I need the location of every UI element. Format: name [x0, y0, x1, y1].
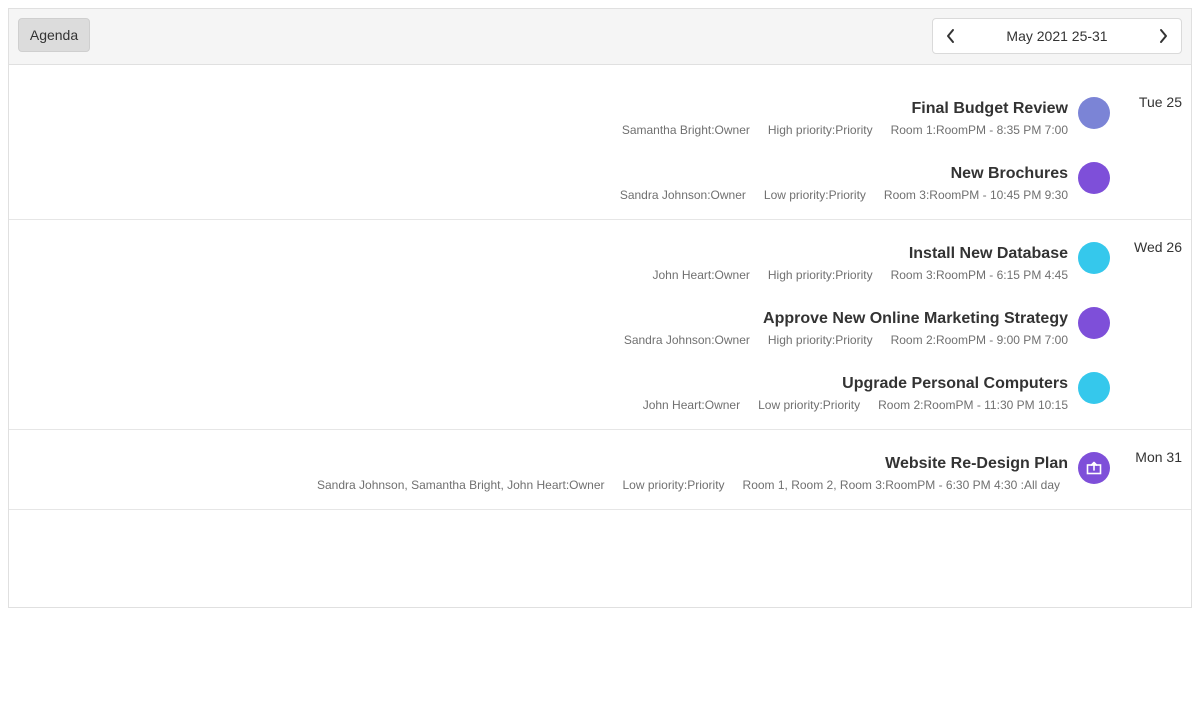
date-navigator: May 2021 25-31: [932, 18, 1182, 54]
appointment-owner: John Heart:Owner: [652, 268, 750, 282]
appointment-color-marker: [1078, 242, 1110, 274]
appointment-room-time: Room 3:RoomPM - 10:45 PM 9:30: [883, 188, 1068, 202]
appointment-item[interactable]: New Brochures Sandra Johnson:Owner Low p…: [9, 155, 1191, 220]
scheduler: Agenda May 2021 25-31 Tue 25 Final Budge…: [8, 8, 1192, 608]
previous-button[interactable]: [933, 19, 969, 53]
appointment-color-marker: [1078, 97, 1110, 129]
appointment-info: Sandra Johnson, Samantha Bright, John He…: [317, 478, 1060, 492]
appointment-color-marker: [1078, 307, 1110, 339]
appointment-item[interactable]: Website Re-Design Plan Sandra Johnson, S…: [9, 445, 1191, 510]
appointment-owner: Samantha Bright:Owner: [621, 123, 750, 137]
appointment-priority: Low priority:Priority: [763, 188, 866, 202]
scheduler-toolbar: Agenda May 2021 25-31: [9, 9, 1191, 65]
appointment-title: Install New Database: [908, 245, 1068, 262]
appointment-info: Sandra Johnson:Owner Low priority:Priori…: [620, 188, 1068, 202]
appointment-priority: High priority:Priority: [767, 123, 873, 137]
appointment-title: New Brochures: [950, 165, 1068, 182]
appointment-owner: Sandra Johnson:Owner: [623, 333, 750, 347]
appointment-priority: Low priority:Priority: [622, 478, 725, 492]
agenda-list: Tue 25 Final Budget Review Samantha Brig…: [9, 65, 1191, 510]
appointment-info: Sandra Johnson:Owner High priority:Prior…: [624, 333, 1068, 347]
appointment-title: Upgrade Personal Computers: [842, 375, 1068, 392]
appointment-room-time: Room 1, Room 2, Room 3:RoomPM - 6:30 PM …: [742, 478, 1060, 492]
chevron-left-icon: [947, 29, 954, 43]
appointment-title: Final Budget Review: [911, 100, 1068, 117]
appointment-priority: High priority:Priority: [767, 268, 873, 282]
appointment-priority: Low priority:Priority: [758, 398, 861, 412]
agenda-view-button[interactable]: Agenda: [18, 18, 90, 52]
agenda-day-group: Wed 26 Install New Database John Heart:O…: [9, 220, 1191, 430]
appointment-info: John Heart:Owner High priority:Priority …: [653, 268, 1069, 282]
appointment-priority: High priority:Priority: [767, 333, 873, 347]
appointment-room-time: Room 3:RoomPM - 6:15 PM 4:45: [890, 268, 1068, 282]
chevron-right-icon: [1160, 29, 1167, 43]
appointment-title: Website Re-Design Plan: [885, 455, 1068, 472]
appointment-info: John Heart:Owner Low priority:Priority R…: [643, 398, 1068, 412]
appointment-item[interactable]: Install New Database John Heart:Owner Hi…: [9, 235, 1191, 300]
appointment-color-marker: [1078, 372, 1110, 404]
appointment-info: Samantha Bright:Owner High priority:Prio…: [622, 123, 1068, 137]
appointment-room-time: Room 1:RoomPM - 8:35 PM 7:00: [890, 123, 1068, 137]
appointment-item[interactable]: Upgrade Personal Computers John Heart:Ow…: [9, 365, 1191, 430]
agenda-day-group: Tue 25 Final Budget Review Samantha Brig…: [9, 65, 1191, 220]
appointment-color-marker: [1078, 452, 1110, 484]
appointment-room-time: Room 2:RoomPM - 9:00 PM 7:00: [890, 333, 1068, 347]
appointment-owner: John Heart:Owner: [642, 398, 741, 412]
appointment-title: Approve New Online Marketing Strategy: [763, 310, 1068, 327]
appointment-item[interactable]: Approve New Online Marketing Strategy Sa…: [9, 300, 1191, 365]
next-button[interactable]: [1145, 19, 1181, 53]
date-caption-button[interactable]: May 2021 25-31: [969, 19, 1145, 53]
recurrence-icon: [1086, 461, 1102, 475]
appointment-room-time: Room 2:RoomPM - 11:30 PM 10:15: [878, 398, 1068, 412]
appointment-color-marker: [1078, 162, 1110, 194]
agenda-day-group: Mon 31 Website Re-Design Plan Sandra Joh…: [9, 430, 1191, 510]
appointment-owner: Sandra Johnson:Owner: [619, 188, 746, 202]
appointment-owner: Sandra Johnson, Samantha Bright, John He…: [317, 478, 605, 492]
appointment-item[interactable]: Final Budget Review Samantha Bright:Owne…: [9, 90, 1191, 155]
